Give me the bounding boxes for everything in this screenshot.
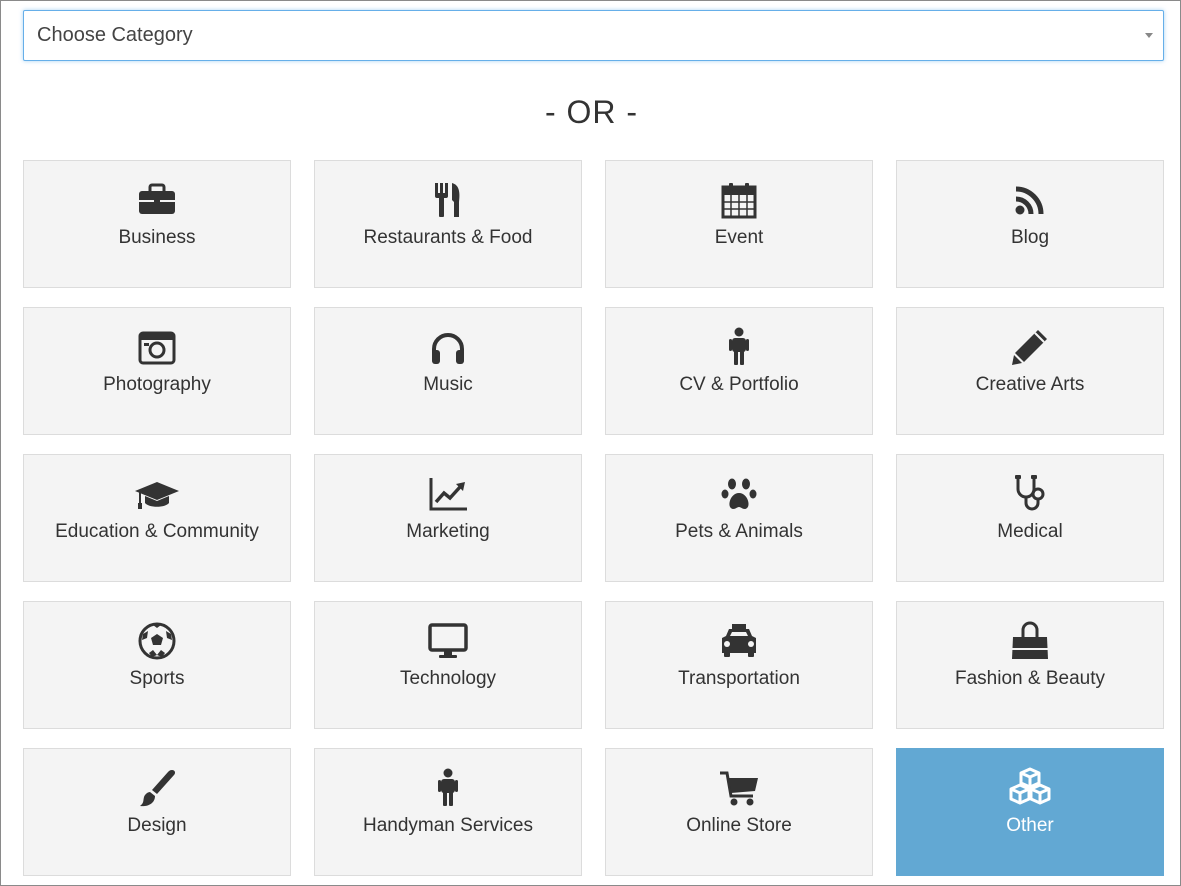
category-label: Marketing bbox=[406, 521, 490, 542]
headphones-icon bbox=[426, 325, 470, 369]
calendar-icon bbox=[717, 178, 761, 222]
category-tile-event[interactable]: Event bbox=[605, 160, 873, 288]
category-tile-medical[interactable]: Medical bbox=[896, 454, 1164, 582]
camera-icon bbox=[135, 325, 179, 369]
paint-brush-icon bbox=[135, 766, 179, 810]
category-label: Blog bbox=[1010, 227, 1050, 248]
category-label: Handyman Services bbox=[362, 815, 534, 836]
category-tile-music[interactable]: Music bbox=[314, 307, 582, 435]
category-tile-pets-and-animals[interactable]: Pets & Animals bbox=[605, 454, 873, 582]
category-tile-other[interactable]: Other bbox=[896, 748, 1164, 876]
category-label: Pets & Animals bbox=[675, 521, 803, 542]
desktop-icon bbox=[426, 619, 470, 663]
category-label: CV & Portfolio bbox=[679, 374, 799, 395]
category-label: Restaurants & Food bbox=[363, 227, 533, 248]
category-label: Online Store bbox=[686, 815, 792, 836]
category-tile-blog[interactable]: Blog bbox=[896, 160, 1164, 288]
category-tile-design[interactable]: Design bbox=[23, 748, 291, 876]
briefcase-icon bbox=[135, 178, 179, 222]
soccer-ball-icon bbox=[135, 619, 179, 663]
category-tile-sports[interactable]: Sports bbox=[23, 601, 291, 729]
person-icon bbox=[717, 325, 761, 369]
category-select-value: Choose Category bbox=[37, 24, 193, 46]
cubes-icon bbox=[1008, 766, 1052, 810]
category-select[interactable]: Choose Category bbox=[23, 10, 1164, 61]
category-tile-handyman-services[interactable]: Handyman Services bbox=[314, 748, 582, 876]
category-label: Technology bbox=[399, 668, 497, 689]
category-label: Design bbox=[127, 815, 187, 836]
category-grid: Business Restaurants & Food Event Blog Photo… bbox=[23, 160, 1165, 876]
category-label: Transportation bbox=[678, 668, 800, 689]
category-label: Sports bbox=[129, 668, 185, 689]
taxi-icon bbox=[717, 619, 761, 663]
category-tile-fashion-and-beauty[interactable]: Fashion & Beauty bbox=[896, 601, 1164, 729]
paw-icon bbox=[717, 472, 761, 516]
category-tile-transportation[interactable]: Transportation bbox=[605, 601, 873, 729]
category-tile-restaurants-and-food[interactable]: Restaurants & Food bbox=[314, 160, 582, 288]
category-label: Business bbox=[118, 227, 196, 248]
category-label: Education & Community bbox=[55, 521, 259, 542]
cutlery-icon bbox=[426, 178, 470, 222]
category-label: Fashion & Beauty bbox=[955, 668, 1105, 689]
shopping-bag-icon bbox=[1008, 619, 1052, 663]
category-tile-creative-arts[interactable]: Creative Arts bbox=[896, 307, 1164, 435]
category-picker: Choose Category - OR - Business Restauran… bbox=[0, 0, 1181, 886]
shopping-cart-icon bbox=[717, 766, 761, 810]
category-tile-education-and-community[interactable]: Education & Community bbox=[23, 454, 291, 582]
category-label: Medical bbox=[997, 521, 1063, 542]
category-tile-photography[interactable]: Photography bbox=[23, 307, 291, 435]
rss-icon bbox=[1008, 178, 1052, 222]
category-tile-business[interactable]: Business bbox=[23, 160, 291, 288]
category-tile-cv-and-portfolio[interactable]: CV & Portfolio bbox=[605, 307, 873, 435]
category-label: Music bbox=[423, 374, 473, 395]
category-label: Other bbox=[1006, 815, 1054, 836]
graduation-cap-icon bbox=[135, 472, 179, 516]
category-label: Photography bbox=[103, 374, 211, 395]
line-chart-icon bbox=[426, 472, 470, 516]
category-tile-online-store[interactable]: Online Store bbox=[605, 748, 873, 876]
category-label: Creative Arts bbox=[975, 374, 1085, 395]
category-tile-marketing[interactable]: Marketing bbox=[314, 454, 582, 582]
chevron-down-icon bbox=[1145, 33, 1153, 38]
pencil-icon bbox=[1008, 325, 1052, 369]
person-icon bbox=[426, 766, 470, 810]
stethoscope-icon bbox=[1008, 472, 1052, 516]
or-divider: - OR - bbox=[544, 94, 639, 130]
category-tile-technology[interactable]: Technology bbox=[314, 601, 582, 729]
category-label: Event bbox=[714, 227, 764, 248]
